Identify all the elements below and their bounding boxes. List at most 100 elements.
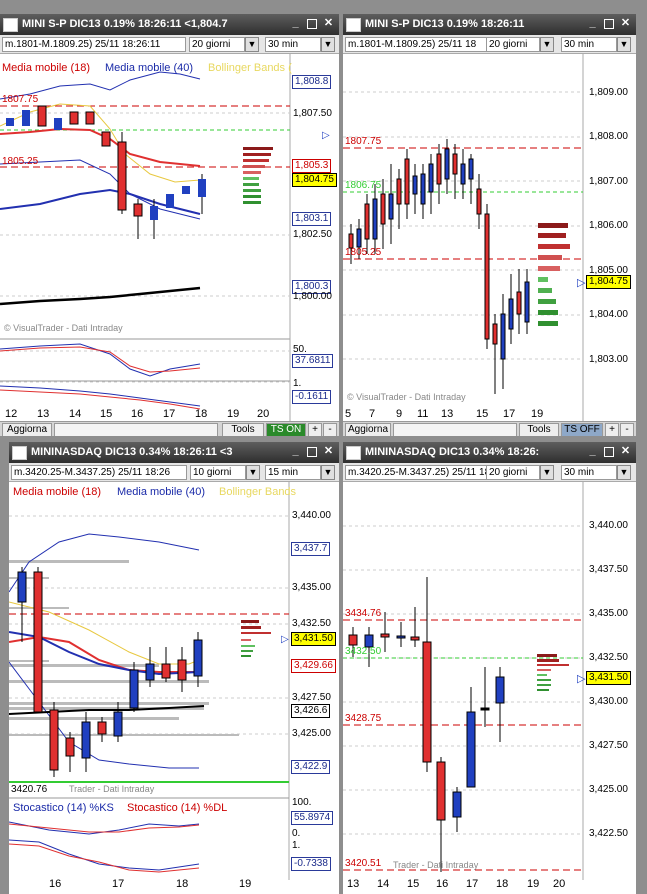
x-tick: 13 (347, 878, 360, 890)
chart-window-nasdaq-30min: MININASDAQ DIC13 0.34% 18:26: _ ✕ m.3420… (343, 442, 636, 894)
y-tick: 3,422.50 (589, 828, 628, 839)
legend-ma18: Media mobile (18) (2, 62, 91, 74)
x-tick: 20 (257, 408, 270, 420)
aggiorna-button[interactable]: Aggiorna (345, 423, 391, 436)
scrollbar[interactable] (54, 423, 218, 436)
bollinger-upper-box: 3,437.7 (291, 542, 331, 556)
y-tick: 3,437.50 (589, 564, 628, 575)
zoom-in-button[interactable]: + (308, 423, 322, 436)
price-chart-nasdaq-30min: ▷ (343, 481, 586, 880)
legend-ma40: Media mobile (40) (117, 486, 206, 498)
y-tick: 1,803.00 (589, 354, 628, 365)
tools-button[interactable]: Tools (222, 423, 264, 436)
y-tick: 3,430.00 (589, 696, 628, 707)
candlesticks (348, 139, 530, 394)
level-top-label: 1807.75 (345, 136, 382, 147)
x-tick: 19 (527, 878, 540, 890)
level-bottom-label: 1805.25 (345, 247, 382, 258)
current-price-box: 3,431.50 (291, 632, 336, 646)
volume-profile (241, 620, 271, 657)
y-tick: 1,802.50 (293, 229, 332, 240)
scrollbar[interactable] (393, 423, 517, 436)
level-mid-label: 3432.50 (345, 646, 382, 657)
y-tick: 3,440.00 (589, 520, 628, 531)
x-tick: 16 (49, 878, 62, 890)
y-tick: 3,432.50 (292, 618, 331, 629)
x-tick: 19 (239, 878, 252, 890)
x-tick: 19 (227, 408, 240, 420)
x-tick: 17 (503, 408, 516, 420)
osc1-box: 37.6811 (292, 354, 334, 368)
x-tick: 19 (531, 408, 544, 420)
tools-button[interactable]: Tools (519, 423, 559, 436)
y-tick: 1,800.00 (293, 291, 332, 302)
osc2-box: -0.7338 (291, 857, 331, 871)
y-tick: 1,804.00 (589, 309, 628, 320)
y-tick: 3,435.00 (292, 582, 331, 593)
x-tick: 14 (377, 878, 390, 890)
x-tick: 12 (5, 408, 18, 420)
x-tick: 13 (37, 408, 50, 420)
price-chart-sp: ▷ (0, 53, 330, 422)
watermark: Trader - Dati Intraday (69, 784, 155, 794)
stochastic-d-legend: Stocastico (14) %DL (127, 802, 228, 814)
zoom-in-button[interactable]: + (605, 423, 619, 436)
stochastic-box: 55.8974 (291, 811, 334, 825)
ma18-box: 1,805.3 (292, 159, 332, 173)
x-tick: 15 (100, 408, 113, 420)
level-top-label: 3434.76 (345, 608, 382, 619)
watermark: © VisualTrader - Dati Intraday (4, 323, 123, 333)
level-top-label: 1807.75 (2, 94, 39, 105)
level-bottom-label: 1805.25 (2, 156, 39, 167)
svg-text:▷: ▷ (322, 130, 330, 141)
x-tick: 13 (441, 408, 454, 420)
y-tick: 1,807.00 (589, 176, 628, 187)
aggiorna-button[interactable]: Aggiorna (2, 423, 52, 436)
ma40-box: 3,426.6 (291, 704, 331, 718)
x-tick: 18 (176, 878, 189, 890)
x-tick: 15 (407, 878, 420, 890)
y-tick: 3,427.50 (589, 740, 628, 751)
bollinger-upper-box: 1,808.8 (292, 75, 332, 89)
x-tick: 20 (553, 878, 566, 890)
y-tick: 0. (292, 828, 301, 839)
chart-window-sp-daily: MINI S-P DIC13 0.19% 18:26:11 <1,804.7 _… (0, 14, 339, 436)
legend-bollinger: Bollinger Bands (219, 486, 297, 498)
x-tick: 16 (436, 878, 449, 890)
y-tick: 3,435.00 (589, 608, 628, 619)
svg-text:▷: ▷ (281, 634, 289, 645)
level-mid-label: 1806.75 (345, 180, 382, 191)
volume-profile (243, 147, 273, 204)
x-tick: 17 (112, 878, 125, 890)
bollinger-lower-box: 3,422.9 (291, 760, 331, 774)
y-tick: 3,427.50 (292, 692, 331, 703)
zoom-out-button[interactable]: - (323, 423, 337, 436)
ts-toggle-button[interactable]: TS ON (266, 423, 306, 436)
current-price-box: 1,804.75 (586, 275, 631, 289)
ts-toggle-button[interactable]: TS OFF (561, 423, 603, 436)
y-tick: 1,806.00 (589, 220, 628, 231)
level-bottom-label: 3420.76 (11, 784, 48, 795)
x-tick: 7 (369, 408, 376, 420)
y-tick: 1,809.00 (589, 87, 628, 98)
y-tick: 100. (292, 797, 312, 808)
level-lower-label: 3428.75 (345, 713, 382, 724)
x-tick: 17 (163, 408, 176, 420)
legend-ma18: Media mobile (18) (13, 486, 102, 498)
ma40-box: 1,803.1 (292, 212, 332, 226)
x-tick: 11 (417, 408, 429, 420)
svg-text:▷: ▷ (577, 277, 586, 289)
stochastic-k-legend: Stocastico (14) %KS (13, 802, 114, 814)
chart-bottom-bar: Aggiorna Tools TS ON + - (0, 421, 339, 436)
zoom-out-button[interactable]: - (620, 423, 634, 436)
y-tick: 1,807.50 (293, 108, 332, 119)
chart-bottom-bar: Aggiorna Tools TS OFF + - (343, 421, 636, 436)
x-tick: 5 (345, 408, 352, 420)
svg-text:▷: ▷ (577, 673, 586, 685)
x-tick: 16 (131, 408, 144, 420)
y-tick: 3,432.50 (589, 652, 628, 663)
legend-ma40: Media mobile (40) (105, 62, 194, 74)
x-tick: 17 (466, 878, 479, 890)
y-tick: 3,425.00 (292, 728, 331, 739)
x-tick: 18 (195, 408, 208, 420)
